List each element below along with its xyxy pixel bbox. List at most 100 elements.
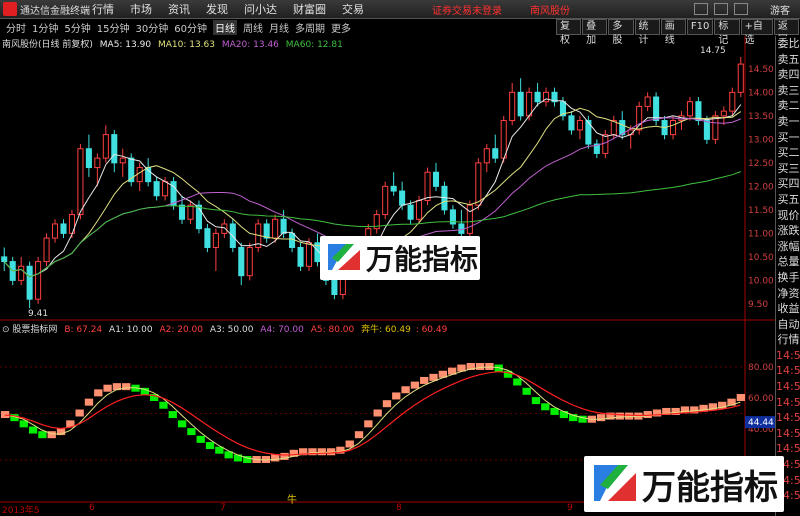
candle-body xyxy=(653,96,660,122)
candle-body xyxy=(382,185,389,216)
ma60-value: MA60: 12.81 xyxy=(285,40,343,50)
candle-body xyxy=(153,181,160,197)
tick-time: 14:56 xyxy=(776,364,800,378)
candle-body xyxy=(500,120,507,159)
date-label: 9 xyxy=(567,503,573,513)
indicator-block xyxy=(541,403,550,411)
menu-item-wealth[interactable]: 财富圈 xyxy=(293,1,326,17)
tab-multi-period[interactable]: 多周期 xyxy=(295,20,325,35)
statistics-button[interactable]: 统计 xyxy=(634,19,660,46)
indicator-block xyxy=(531,397,541,405)
tick-time: 14:56 xyxy=(776,442,800,456)
app-name: 通达信金融终端 xyxy=(20,5,90,17)
indicator-block xyxy=(401,386,410,394)
quote-label: 卖一 xyxy=(777,114,800,128)
tab-15min[interactable]: 15分钟 xyxy=(97,20,130,35)
tab-60min[interactable]: 60分钟 xyxy=(174,20,207,35)
indicator-settings-icon[interactable]: ⊙ xyxy=(2,325,10,335)
indicator-block xyxy=(364,420,373,428)
price-tick-label: 14.00 xyxy=(748,88,774,98)
tab-daily[interactable]: 日线 xyxy=(212,19,237,35)
tab-monthly[interactable]: 月线 xyxy=(269,20,289,35)
tab-30min[interactable]: 30分钟 xyxy=(135,20,168,35)
menu-item-assistant[interactable]: 问小达 xyxy=(244,1,277,17)
indicator-value-badge-text: 44.44 xyxy=(748,418,774,428)
candle-body xyxy=(644,96,651,107)
quote-label: 买五 xyxy=(777,192,800,206)
watermark-logo-icon xyxy=(592,463,638,505)
candle-body xyxy=(720,110,727,117)
tab-5min[interactable]: 5分钟 xyxy=(64,20,90,35)
maximize-icon[interactable] xyxy=(714,3,728,15)
indicator-block xyxy=(75,409,84,417)
candle-body xyxy=(483,148,490,164)
indicator-block xyxy=(345,440,354,448)
candle-body xyxy=(51,223,59,239)
indicator-last: : 60.49 xyxy=(415,325,448,335)
indicator-a1: A1: 10.00 xyxy=(109,325,153,335)
main-chart-legend: 南风股份(日线 前复权) MA5: 13.90 MA10: 13.63 MA20… xyxy=(2,37,343,50)
candle-body xyxy=(212,232,219,248)
tab-timeshare[interactable]: 分时 xyxy=(6,20,26,35)
indicator-block xyxy=(168,411,177,419)
candle-body xyxy=(475,162,482,206)
tab-more[interactable]: 更多 xyxy=(331,20,351,35)
back-button[interactable]: 返回 xyxy=(773,19,800,46)
watermark-logo-icon xyxy=(326,242,362,274)
menu-item-news[interactable]: 资讯 xyxy=(168,1,190,17)
auto-button[interactable]: 自动 xyxy=(776,317,800,333)
minimize-icon[interactable] xyxy=(694,3,708,15)
indicator-block xyxy=(317,448,326,456)
quote-label: 委比 xyxy=(777,37,800,50)
candle-body xyxy=(102,134,109,159)
indicator-legend: ⊙ 股票指标网 B: 67.24 A1: 10.00 A2: 20.00 A3:… xyxy=(2,322,447,335)
candle-body xyxy=(280,218,287,234)
add-watchlist-button[interactable]: +自选 xyxy=(740,19,773,46)
watermark-logo: 万能指标 xyxy=(320,236,480,280)
quote-tab[interactable]: 行情 xyxy=(776,332,800,348)
indicator-block xyxy=(196,435,205,443)
price-tick-label: 12.50 xyxy=(748,159,774,169)
candle-body xyxy=(178,204,186,220)
multi-stock-button[interactable]: 多股 xyxy=(608,19,634,46)
candle-body xyxy=(162,181,169,197)
candle-body xyxy=(407,204,414,220)
candle-body xyxy=(85,148,92,169)
f10-button[interactable]: F10 xyxy=(686,19,714,35)
candle-body xyxy=(602,134,609,154)
mark-button[interactable]: 标记 xyxy=(714,19,740,46)
indicator-block xyxy=(643,411,652,419)
candle-body xyxy=(305,242,313,267)
menu-item-trade[interactable]: 交易 xyxy=(342,1,364,17)
tick-time: 14:56 xyxy=(776,348,800,362)
trade-login-notice[interactable]: 证券交易未登录 xyxy=(432,2,502,17)
close-icon[interactable] xyxy=(734,3,748,15)
guest-label[interactable]: 游客 xyxy=(770,2,790,17)
menu-item-market-center[interactable]: 市场 xyxy=(130,1,152,17)
indicator-block xyxy=(94,389,103,397)
indicator-block xyxy=(522,387,531,395)
candle-body xyxy=(204,228,211,248)
high-price-mark: 14.75 xyxy=(700,46,726,56)
indicator-block xyxy=(38,431,47,439)
candle-body xyxy=(77,148,84,216)
indicator-block xyxy=(485,363,494,370)
candle-body xyxy=(26,265,33,300)
menu-item-discover[interactable]: 发现 xyxy=(206,1,228,17)
candle-body xyxy=(712,115,719,140)
candle-body xyxy=(221,223,228,234)
candle-body xyxy=(534,91,541,103)
tab-1min[interactable]: 1分钟 xyxy=(32,20,58,35)
price-tick-label: 11.50 xyxy=(748,206,774,216)
quote-label: 卖二 xyxy=(777,99,800,113)
quote-label: 买二 xyxy=(777,146,800,160)
candle-body xyxy=(136,167,143,183)
draw-line-button[interactable]: 画线 xyxy=(660,19,686,46)
indicator-a3: A3: 50.00 xyxy=(209,325,254,335)
overlay-button[interactable]: 叠加 xyxy=(582,19,608,46)
candle-body xyxy=(119,157,126,164)
menu-item-market[interactable]: 行情 xyxy=(92,1,114,17)
tab-weekly[interactable]: 周线 xyxy=(243,20,263,35)
bull-signal-label: 牛 xyxy=(287,495,297,506)
adjust-button[interactable]: 复权 xyxy=(556,19,582,46)
